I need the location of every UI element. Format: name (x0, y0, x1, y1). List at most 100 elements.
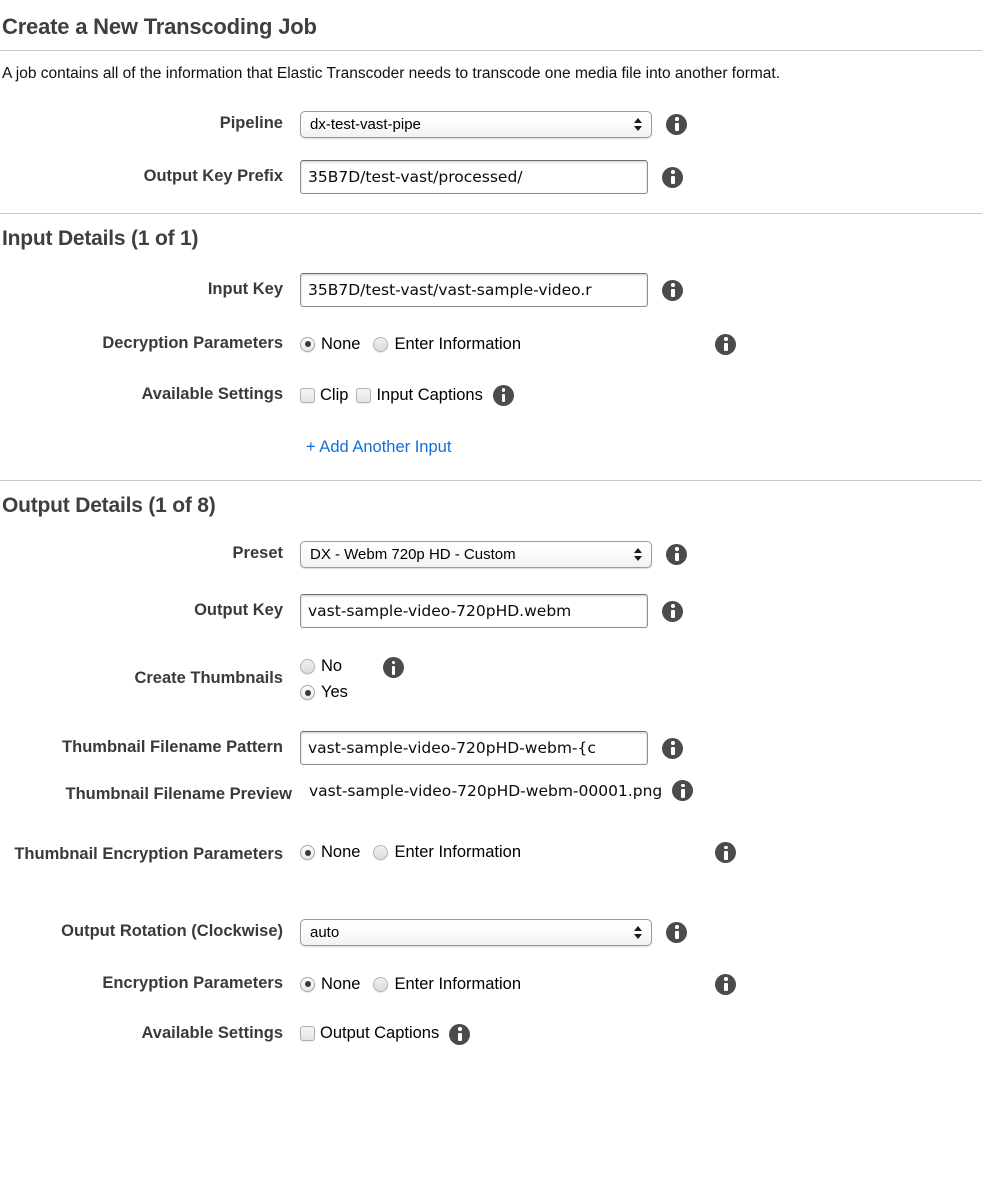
radio-thumbnail-encryption-none[interactable]: None (300, 843, 360, 862)
radio-thumbnail-encryption-enter-information-label: Enter Information (394, 843, 522, 861)
thumbnail-filename-preview-label: Thumbnail Filename Preview (65, 785, 292, 803)
output-key-prefix-control-group: 35B7D/test-vast/processed/ (300, 160, 982, 194)
radio-create-thumbnails-no[interactable]: No (300, 657, 342, 676)
field-row-decryption-parameters: Decryption Parameters None Enter Informa… (0, 319, 982, 369)
decryption-parameters-control-group: None Enter Information (300, 333, 982, 355)
info-icon-output-key[interactable] (662, 600, 683, 622)
radio-create-thumbnails-yes-label: Yes (321, 683, 348, 701)
thumbnail-filename-pattern-control-group: vast-sample-video-720pHD-webm-{c (300, 731, 982, 765)
thumbnail-encryption-parameters-control-group: None Enter Information (300, 842, 982, 863)
preset-select-value: DX - Webm 720p HD - Custom (310, 545, 516, 563)
radio-icon-unselected (373, 845, 389, 860)
radio-encryption-none-label: None (321, 974, 361, 993)
info-icon-input-key[interactable] (662, 279, 683, 301)
output-key-prefix-label: Output Key Prefix (143, 167, 283, 186)
preset-label: Preset (232, 544, 283, 563)
checkbox-clip-label: Clip (320, 385, 349, 404)
pipeline-select[interactable]: dx-test-vast-pipe (300, 110, 652, 138)
input-details-heading: Input Details (1 of 1) (2, 227, 199, 250)
pipeline-control-group: dx-test-vast-pipe (300, 110, 982, 138)
output-key-input[interactable]: vast-sample-video-720pHD.webm (300, 594, 648, 628)
info-icon-thumbnail-filename-pattern[interactable] (662, 737, 683, 759)
checkbox-input-captions[interactable]: Input Captions (356, 386, 483, 405)
checkbox-output-captions-label: Output Captions (320, 1023, 440, 1042)
chevron-updown-icon (633, 542, 642, 567)
encryption-parameters-radiogroup: None Enter Information (300, 975, 534, 994)
chevron-updown-icon (633, 112, 642, 137)
input-available-settings-control-group: Clip Input Captions (300, 384, 982, 406)
radio-create-thumbnails-yes[interactable]: Yes (300, 683, 348, 702)
radio-decryption-enter-information[interactable]: Enter Information (373, 335, 521, 354)
input-key-control-group: 35B7D/test-vast/vast-sample-video.r (300, 273, 982, 307)
thumbnail-filename-preview-value: vast-sample-video-720pHD-webm-00001.png (309, 781, 663, 800)
encryption-parameters-control-group: None Enter Information (300, 973, 982, 995)
radio-icon-unselected (300, 659, 315, 674)
output-key-control-group: vast-sample-video-720pHD.webm (300, 594, 982, 628)
input-available-settings-label: Available Settings (141, 385, 283, 404)
create-thumbnails-radiogroup: No Yes (300, 657, 361, 702)
radio-thumbnail-encryption-enter-information[interactable]: Enter Information (373, 843, 521, 862)
info-icon-output-key-prefix[interactable] (662, 166, 683, 188)
radio-decryption-none-label: None (321, 334, 361, 353)
radio-thumbnail-encryption-none-label: None (321, 843, 361, 861)
decryption-parameters-label: Decryption Parameters (102, 334, 283, 353)
checkbox-clip[interactable]: Clip (300, 386, 348, 405)
thumbnail-filename-preview-control-group: vast-sample-video-720pHD-webm-00001.png (292, 780, 982, 801)
radio-icon-selected (300, 685, 315, 700)
checkbox-icon-clip (300, 387, 315, 403)
info-icon-output-available-settings[interactable] (449, 1023, 471, 1045)
page-title: Create a New Transcoding Job (2, 14, 317, 39)
pipeline-select-value: dx-test-vast-pipe (310, 115, 421, 133)
field-row-create-thumbnails: Create Thumbnails No Yes (0, 642, 982, 716)
pipeline-label: Pipeline (219, 114, 283, 133)
create-thumbnails-label: Create Thumbnails (134, 669, 283, 688)
checkbox-output-captions[interactable]: Output Captions (300, 1024, 439, 1043)
input-key-input[interactable]: 35B7D/test-vast/vast-sample-video.r (300, 273, 648, 307)
page-intro-text: A job contains all of the information th… (2, 65, 781, 82)
info-icon-output-rotation[interactable] (666, 921, 687, 943)
radio-encryption-enter-information[interactable]: Enter Information (373, 975, 521, 994)
output-rotation-select[interactable]: auto (300, 918, 652, 946)
create-thumbnails-control-group: No Yes (300, 656, 982, 702)
output-rotation-control-group: auto (300, 918, 982, 946)
field-row-add-another-input: + Add Another Input (0, 421, 982, 473)
info-icon-create-thumbnails[interactable] (382, 657, 404, 678)
info-icon-input-available-settings[interactable] (492, 384, 514, 406)
field-row-input-available-settings: Available Settings Clip Input Captions (0, 369, 982, 421)
info-icon-decryption-parameters[interactable] (715, 333, 737, 355)
info-icon-thumbnail-filename-preview[interactable] (672, 780, 694, 801)
add-another-input-control-group: + Add Another Input (300, 438, 982, 457)
decryption-parameters-radiogroup: None Enter Information (300, 335, 534, 354)
radio-create-thumbnails-no-label: No (321, 657, 343, 675)
field-row-thumbnail-filename-pattern: Thumbnail Filename Pattern vast-sample-v… (0, 716, 982, 780)
info-icon-thumbnail-encryption-parameters[interactable] (715, 842, 737, 863)
checkbox-icon-output-captions (300, 1025, 315, 1041)
radio-icon-selected (300, 336, 315, 352)
output-key-prefix-input[interactable]: 35B7D/test-vast/processed/ (300, 160, 648, 194)
field-row-pipeline: Pipeline dx-test-vast-pipe (0, 99, 982, 149)
transcoding-job-form-page: Create a New Transcoding Job A job conta… (0, 0, 982, 1060)
radio-icon-selected (300, 845, 315, 860)
field-row-preset: Preset DX - Webm 720p HD - Custom (0, 528, 982, 580)
output-available-settings-label: Available Settings (141, 1024, 283, 1043)
field-row-output-rotation: Output Rotation (Clockwise) auto (0, 904, 982, 960)
field-row-output-available-settings: Available Settings Output Captions (0, 1008, 982, 1060)
field-row-output-key: Output Key vast-sample-video-720pHD.webm (0, 580, 982, 642)
radio-encryption-none[interactable]: None (300, 975, 360, 994)
input-key-label: Input Key (207, 280, 283, 299)
preset-select[interactable]: DX - Webm 720p HD - Custom (300, 540, 652, 568)
field-row-encryption-parameters: Encryption Parameters None Enter Informa… (0, 960, 982, 1008)
output-rotation-select-value: auto (310, 923, 340, 941)
preset-control-group: DX - Webm 720p HD - Custom (300, 540, 982, 568)
info-icon-encryption-parameters[interactable] (715, 973, 737, 995)
info-icon-pipeline[interactable] (666, 113, 687, 135)
add-another-input-link[interactable]: + Add Another Input (306, 438, 451, 457)
radio-decryption-none[interactable]: None (300, 335, 360, 354)
thumbnail-encryption-parameters-label: Thumbnail Encryption Parameters (14, 845, 283, 863)
radio-icon-unselected (373, 336, 389, 352)
info-icon-preset[interactable] (666, 543, 687, 565)
thumbnail-filename-pattern-label: Thumbnail Filename Pattern (62, 738, 283, 757)
thumbnail-filename-pattern-input[interactable]: vast-sample-video-720pHD-webm-{c (300, 731, 648, 765)
encryption-parameters-label: Encryption Parameters (102, 974, 283, 993)
radio-encryption-enter-information-label: Enter Information (394, 974, 522, 993)
